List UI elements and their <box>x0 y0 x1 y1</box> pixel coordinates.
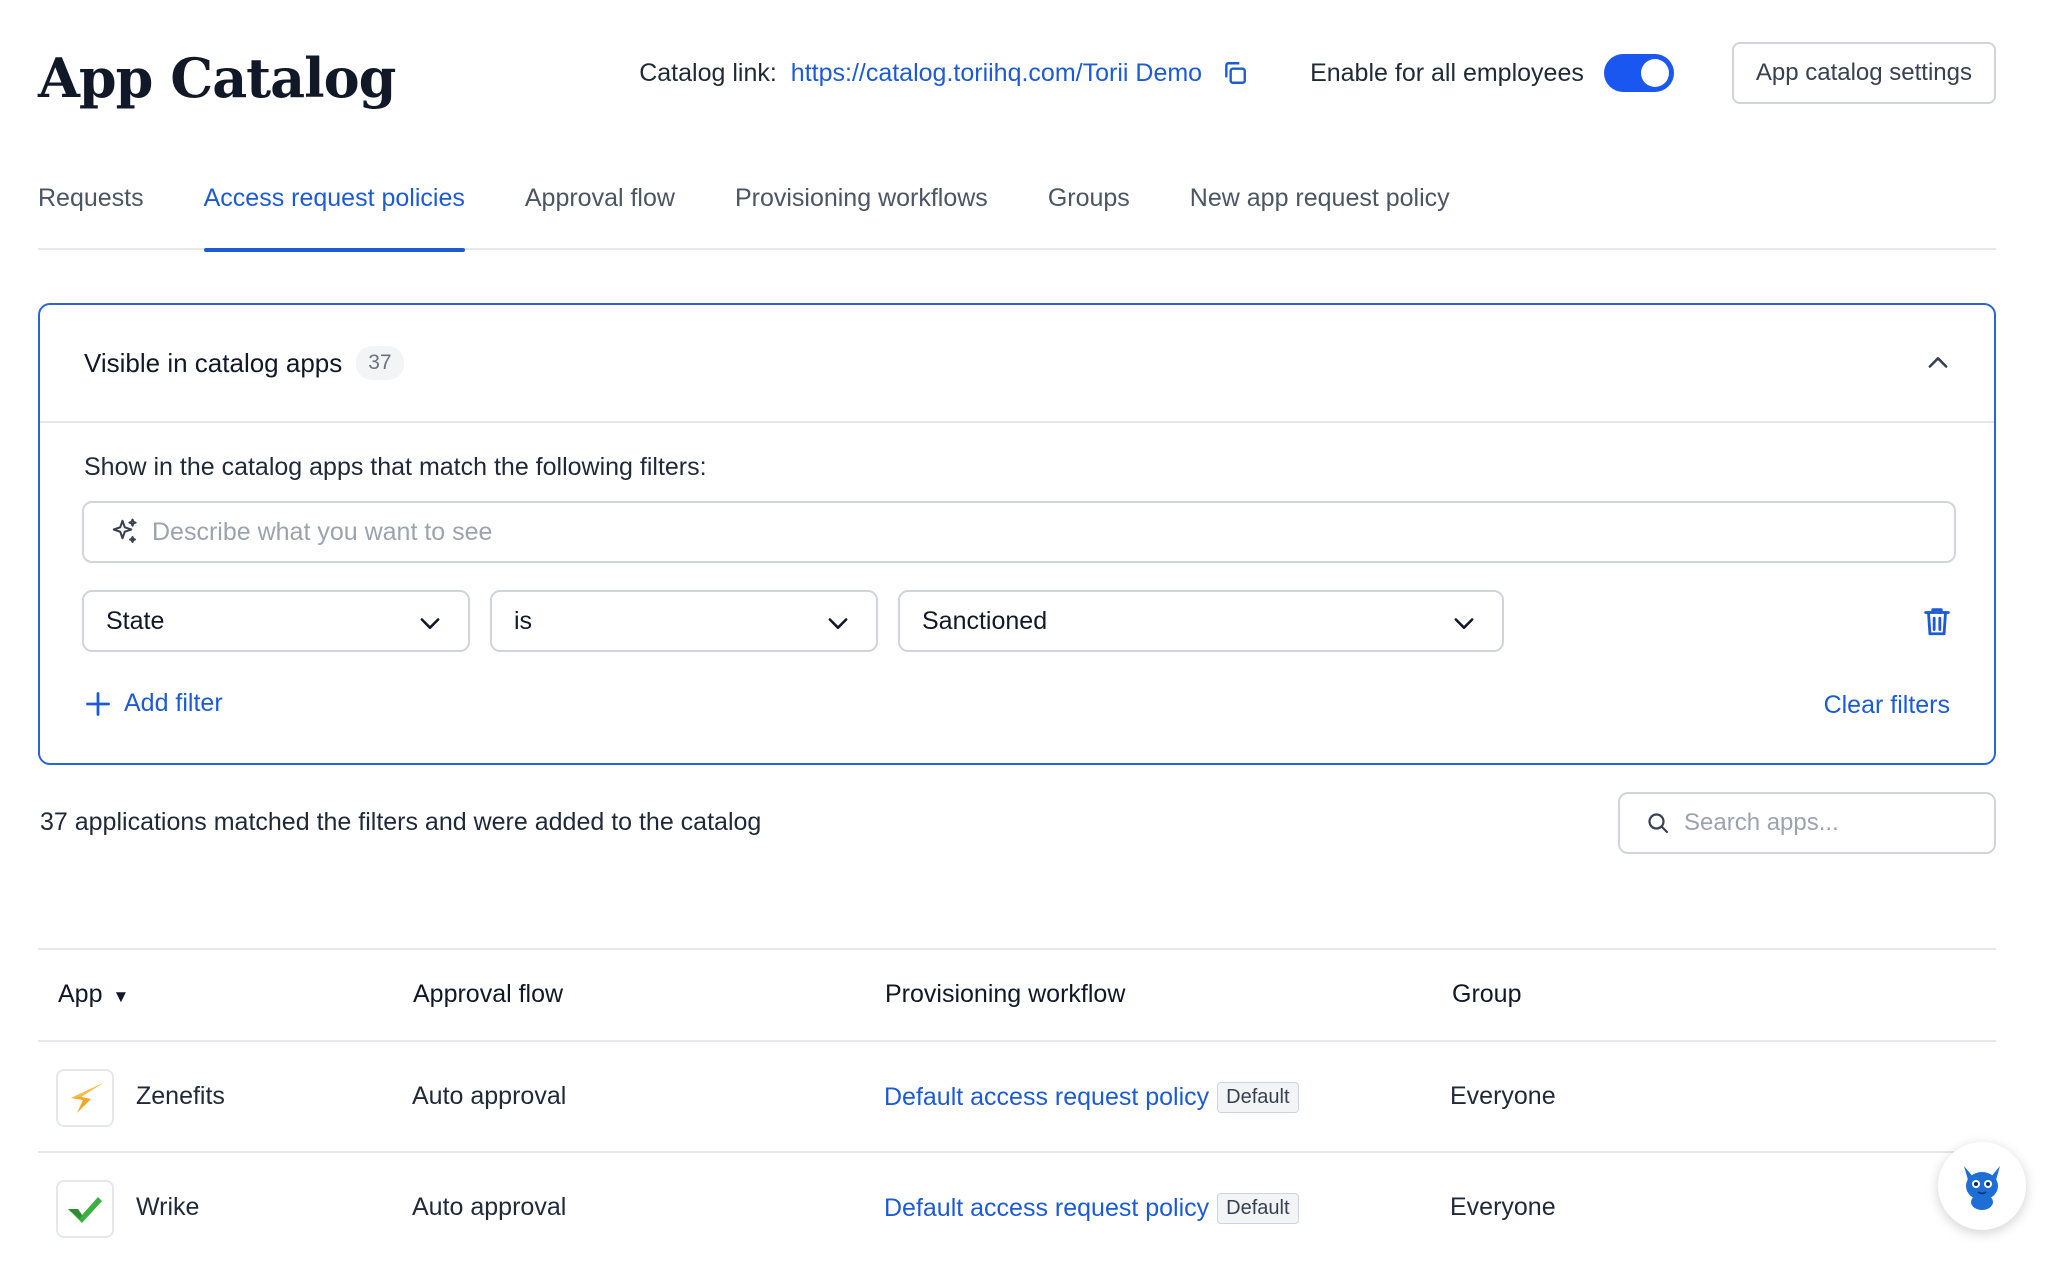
page-title: App Catalog <box>38 46 396 110</box>
table-row[interactable]: Zenefits Auto approval Default access re… <box>38 1042 1996 1153</box>
workflow-cell: Default access request policy Default <box>884 1082 1299 1113</box>
tab-access-request-policies[interactable]: Access request policies <box>203 170 466 252</box>
filter-field-select[interactable]: State <box>82 590 470 652</box>
enable-employees-label: Enable for all employees <box>1310 58 1584 87</box>
mascot-icon <box>1964 1166 2000 1210</box>
search-apps-input[interactable] <box>1684 809 1994 837</box>
approval-flow-cell: Auto approval <box>412 1193 567 1221</box>
app-name[interactable]: Wrike <box>136 1193 199 1222</box>
filter-description: Show in the catalog apps that match the … <box>84 453 707 481</box>
tab-requests[interactable]: Requests <box>38 170 144 250</box>
sort-desc-icon[interactable]: ▼ <box>112 987 129 1006</box>
panel-title: Visible in catalog apps <box>84 347 343 378</box>
enable-employees-toggle[interactable] <box>1603 54 1674 92</box>
column-approval-flow: Approval flow <box>413 980 564 1008</box>
tab-new-app-request-policy[interactable]: New app request policy <box>1190 170 1450 250</box>
table-row[interactable]: Wrike Auto approval Default access reque… <box>38 1153 1996 1261</box>
table-header: App ▼ Approval flow Provisioning workflow… <box>38 948 1996 1042</box>
tab-provisioning-workflows[interactable]: Provisioning workflows <box>735 170 988 250</box>
app-name[interactable]: Zenefits <box>136 1082 225 1111</box>
sparkle-icon <box>110 517 140 547</box>
filter-field-value: State <box>106 606 165 635</box>
column-app-label: App <box>58 980 103 1008</box>
tab-bar: Requests Access request policies Approva… <box>38 170 1996 252</box>
workflow-link[interactable]: Default access request policy <box>884 1083 1209 1111</box>
approval-flow-cell: Auto approval <box>412 1082 567 1110</box>
workflow-link[interactable]: Default access request policy <box>884 1194 1209 1222</box>
workflow-cell: Default access request policy Default <box>884 1193 1299 1224</box>
default-tag: Default <box>1217 1082 1299 1113</box>
add-filter-button[interactable]: Add filter <box>84 689 223 718</box>
chat-assistant-button[interactable] <box>1938 1142 2026 1230</box>
toggle-knob <box>1640 59 1669 87</box>
column-provisioning-workflow: Provisioning workflow <box>885 980 1126 1008</box>
tab-groups[interactable]: Groups <box>1048 170 1130 250</box>
group-cell: Everyone <box>1450 1193 1556 1221</box>
chevron-down-icon <box>1454 618 1474 629</box>
column-app[interactable]: App ▼ <box>58 980 129 1009</box>
trash-icon[interactable] <box>1920 603 1954 639</box>
chevron-down-icon <box>420 618 440 629</box>
ai-filter-input[interactable] <box>152 517 1954 547</box>
chevron-up-icon[interactable] <box>1920 345 1956 381</box>
group-cell: Everyone <box>1450 1082 1556 1110</box>
copy-icon[interactable] <box>1220 58 1250 88</box>
catalog-link-label: Catalog link: <box>639 58 777 87</box>
clear-filters-button[interactable]: Clear filters <box>1824 691 1950 720</box>
search-apps-box <box>1618 792 1996 854</box>
ai-filter-box <box>82 501 1956 563</box>
add-filter-label: Add filter <box>124 689 223 717</box>
plus-icon <box>86 691 110 716</box>
apps-table: App ▼ Approval flow Provisioning workflow… <box>38 948 1996 1261</box>
app-catalog-settings-button[interactable]: App catalog settings <box>1731 42 1996 104</box>
wrike-logo <box>56 1180 114 1238</box>
zenefits-logo <box>56 1069 114 1127</box>
default-tag: Default <box>1217 1193 1299 1224</box>
chevron-down-icon <box>828 618 848 629</box>
tab-approval-flow[interactable]: Approval flow <box>525 170 675 250</box>
search-icon <box>1648 813 1669 834</box>
matched-summary: 37 applications matched the filters and … <box>40 808 762 836</box>
filter-value-select[interactable]: Sanctioned <box>898 590 1504 652</box>
column-group: Group <box>1452 980 1522 1008</box>
count-badge: 37 <box>356 346 404 380</box>
visible-apps-panel: Visible in catalog apps 37 Show in the c… <box>38 303 1996 765</box>
header-actions: Catalog link: https://catalog.toriihq.co… <box>639 42 1996 104</box>
catalog-link-url[interactable]: https://catalog.toriihq.com/Torii Demo <box>791 59 1202 88</box>
filter-operator-select[interactable]: is <box>490 590 878 652</box>
panel-header[interactable]: Visible in catalog apps 37 <box>40 305 1994 423</box>
filter-value-value: Sanctioned <box>922 606 1048 635</box>
filter-operator-value: is <box>514 606 533 635</box>
